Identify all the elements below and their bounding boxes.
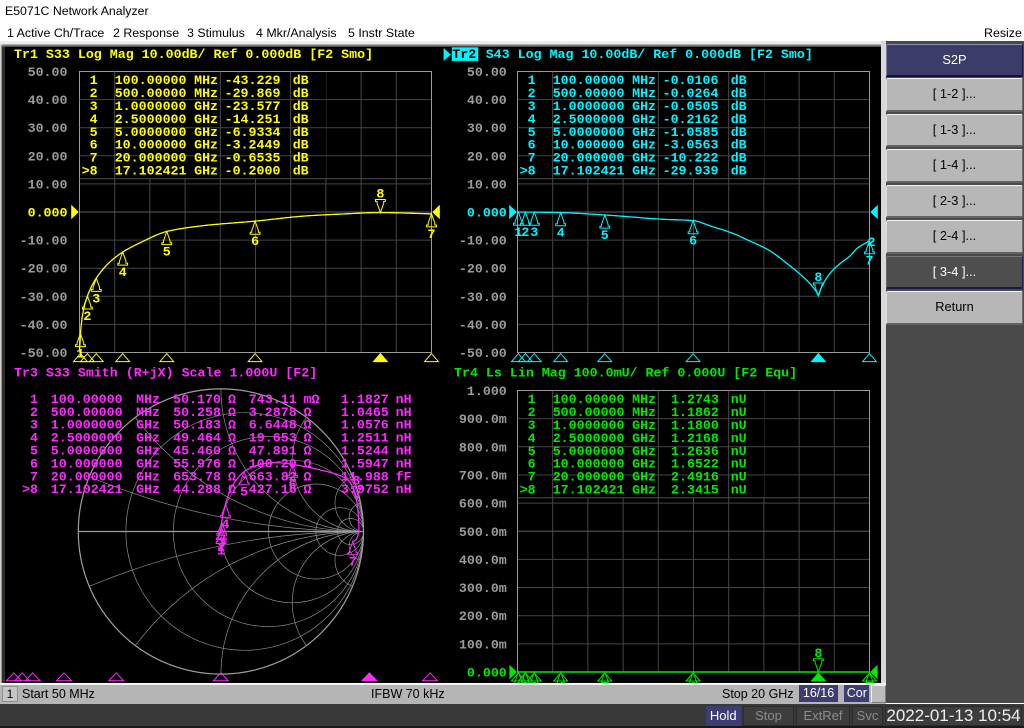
- svg-text:30.00: 30.00: [467, 121, 507, 136]
- svg-text:-40.00: -40.00: [20, 318, 68, 333]
- svg-text:Tr2: Tr2: [452, 47, 476, 62]
- svg-text:17.102421: 17.102421: [51, 482, 123, 497]
- svg-text:nU: nU: [731, 483, 747, 498]
- svg-text:40.00: 40.00: [28, 93, 68, 108]
- svg-text:GHz: GHz: [194, 164, 218, 179]
- svg-text:1.000: 1.000: [467, 384, 507, 399]
- svg-text:3: 3: [530, 225, 538, 240]
- svg-text:8: 8: [376, 187, 384, 202]
- svg-text:8: 8: [814, 646, 822, 661]
- svg-text:8: 8: [353, 474, 361, 489]
- svg-text:2: 2: [868, 235, 876, 250]
- svg-text:4: 4: [119, 265, 127, 280]
- svg-text:3: 3: [218, 535, 226, 550]
- svg-text:Tr1 S33 Log Mag 10.00dB/ Ref 0: Tr1 S33 Log Mag 10.00dB/ Ref 0.000dB [F2…: [14, 47, 373, 62]
- svg-text:6: 6: [289, 477, 297, 492]
- svg-text:6: 6: [689, 234, 697, 249]
- svg-text:4: 4: [557, 226, 565, 241]
- svg-text:>8: >8: [520, 483, 536, 498]
- svg-text:500.0m: 500.0m: [459, 525, 507, 540]
- svg-text:2.3415: 2.3415: [671, 483, 719, 498]
- svg-text:3: 3: [92, 291, 100, 306]
- svg-text:50.00: 50.00: [467, 65, 507, 80]
- svg-text:44.288: 44.288: [173, 482, 221, 497]
- svg-text:-10.00: -10.00: [20, 234, 68, 249]
- svg-text:5: 5: [601, 228, 609, 243]
- svg-text:0.000: 0.000: [467, 206, 507, 221]
- svg-text:3.9752: 3.9752: [341, 482, 389, 497]
- svg-text:Ω: Ω: [304, 482, 312, 497]
- svg-text:8: 8: [814, 270, 822, 285]
- svg-text:Tr3 S33 Smith (R+jX) Scale 1.0: Tr3 S33 Smith (R+jX) Scale 1.000U [F2]: [14, 366, 317, 381]
- svg-text:>8: >8: [520, 164, 536, 179]
- svg-text:4: 4: [222, 517, 230, 532]
- svg-text:30.00: 30.00: [28, 121, 68, 136]
- svg-text:400.0m: 400.0m: [459, 553, 507, 568]
- svg-text:Tr4 Ls Lin Mag 100.0mU/ Ref 0.: Tr4 Ls Lin Mag 100.0mU/ Ref 0.000U [F2 E…: [454, 366, 797, 381]
- svg-text:900.0m: 900.0m: [459, 412, 507, 427]
- svg-text:-30.00: -30.00: [459, 290, 507, 305]
- svg-text:40.00: 40.00: [467, 93, 507, 108]
- svg-text:GHz: GHz: [632, 483, 656, 498]
- svg-text:50.00: 50.00: [28, 65, 68, 80]
- svg-text:-29.939: -29.939: [663, 164, 719, 179]
- svg-text:5: 5: [240, 485, 248, 500]
- svg-text:-30.00: -30.00: [20, 290, 68, 305]
- svg-text:-20.00: -20.00: [20, 262, 68, 277]
- svg-text:2: 2: [521, 225, 529, 240]
- svg-text:dB: dB: [731, 164, 747, 179]
- svg-text:-10.00: -10.00: [459, 234, 507, 249]
- svg-text:0.000: 0.000: [28, 206, 68, 221]
- svg-text:GHz: GHz: [632, 164, 656, 179]
- svg-text:100.0m: 100.0m: [459, 637, 507, 652]
- svg-text:700.0m: 700.0m: [459, 468, 507, 483]
- svg-text:5: 5: [163, 245, 171, 260]
- svg-text:>8: >8: [22, 482, 38, 497]
- svg-text:7: 7: [866, 254, 874, 269]
- svg-text:7: 7: [349, 555, 357, 570]
- svg-text:17.102421: 17.102421: [553, 483, 625, 498]
- svg-text:20.00: 20.00: [28, 149, 68, 164]
- svg-text:0.000: 0.000: [467, 666, 507, 681]
- svg-text:2: 2: [83, 309, 91, 324]
- svg-text:>8: >8: [82, 164, 98, 179]
- svg-text:-20.00: -20.00: [459, 262, 507, 277]
- svg-text:17.102421: 17.102421: [115, 164, 187, 179]
- svg-text:-50.00: -50.00: [20, 346, 68, 361]
- svg-text:-50.00: -50.00: [459, 346, 507, 361]
- svg-text:S43 Log Mag 10.00dB/ Ref 0.000: S43 Log Mag 10.00dB/ Ref 0.000dB [F2 Smo…: [486, 47, 813, 62]
- svg-text:Ω: Ω: [228, 482, 236, 497]
- svg-text:17.102421: 17.102421: [553, 164, 625, 179]
- svg-text:800.0m: 800.0m: [459, 440, 507, 455]
- svg-text:10.00: 10.00: [28, 177, 68, 192]
- svg-text:7: 7: [428, 227, 436, 242]
- svg-text:dB: dB: [293, 164, 309, 179]
- svg-text:10.00: 10.00: [467, 177, 507, 192]
- svg-text:-40.00: -40.00: [459, 318, 507, 333]
- svg-text:300.0m: 300.0m: [459, 581, 507, 596]
- svg-text:-0.2000: -0.2000: [225, 164, 281, 179]
- svg-text:GHz: GHz: [136, 482, 160, 497]
- svg-text:200.0m: 200.0m: [459, 609, 507, 624]
- svg-text:nH: nH: [396, 482, 412, 497]
- svg-text:600.0m: 600.0m: [459, 497, 507, 512]
- svg-text:20.00: 20.00: [467, 149, 507, 164]
- svg-text:6: 6: [251, 234, 259, 249]
